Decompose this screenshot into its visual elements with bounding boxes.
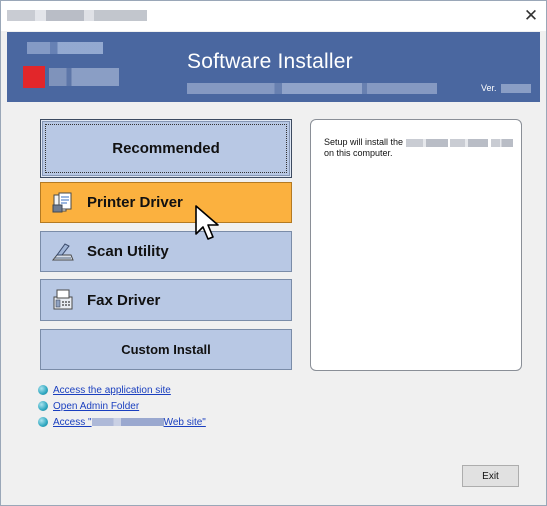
link-bullet-icon	[38, 417, 48, 427]
printer-driver-button-label: Printer Driver	[87, 194, 183, 211]
link-bullet-icon	[38, 401, 48, 411]
custom-install-button[interactable]: Custom Install	[40, 329, 292, 370]
recommended-button-label: Recommended	[112, 140, 220, 157]
custom-install-button-label: Custom Install	[121, 342, 211, 357]
printer-driver-icon	[52, 192, 72, 212]
product-name-redacted-2	[450, 138, 489, 147]
exit-button-label: Exit	[482, 470, 499, 482]
description-suffix: on this computer.	[324, 148, 393, 158]
header-banner: Software Installer Ver.	[7, 32, 540, 102]
fax-driver-icon	[53, 289, 73, 310]
close-icon[interactable]: ✕	[522, 7, 540, 25]
list-item: Open Admin Folder	[38, 398, 206, 414]
description-prefix: Setup will install the	[324, 137, 404, 147]
title-bar: ✕	[1, 1, 546, 31]
admin-folder-link[interactable]: Open Admin Folder	[53, 401, 139, 412]
list-item: Access " Web site"	[38, 414, 206, 430]
brand-tagline-redacted	[27, 42, 103, 54]
fax-driver-button[interactable]: Fax Driver	[40, 279, 292, 321]
scan-utility-button-label: Scan Utility	[87, 243, 169, 260]
exit-button[interactable]: Exit	[462, 465, 519, 487]
scan-utility-icon	[51, 242, 74, 260]
application-site-link[interactable]: Access the application site	[53, 385, 171, 396]
recommended-button[interactable]: Recommended	[40, 119, 292, 178]
product-name-redacted-3	[490, 138, 513, 147]
web-site-link-prefix: Access "	[53, 416, 92, 428]
brand-name-redacted	[49, 68, 119, 86]
brand-logo	[23, 66, 45, 88]
product-subtitle-redacted	[187, 83, 437, 94]
version-number-redacted	[501, 84, 531, 93]
web-site-link[interactable]: Access " Web site"	[53, 417, 206, 428]
scan-utility-button[interactable]: Scan Utility	[40, 231, 292, 272]
product-name-redacted	[405, 138, 448, 147]
page-title: Software Installer	[187, 50, 353, 73]
list-item: Access the application site	[38, 382, 206, 398]
version-label: Ver.	[481, 83, 497, 93]
description-text: Setup will install the on this computer.	[324, 137, 514, 159]
printer-driver-button[interactable]: Printer Driver	[40, 182, 292, 223]
link-bullet-icon	[38, 385, 48, 395]
description-panel: Setup will install the on this computer.	[310, 119, 522, 371]
company-name-redacted	[91, 417, 164, 426]
links-list: Access the application site Open Admin F…	[38, 382, 206, 430]
web-site-link-suffix: Web site"	[163, 416, 206, 428]
fax-driver-button-label: Fax Driver	[87, 291, 161, 309]
window-title-redacted	[7, 10, 147, 21]
